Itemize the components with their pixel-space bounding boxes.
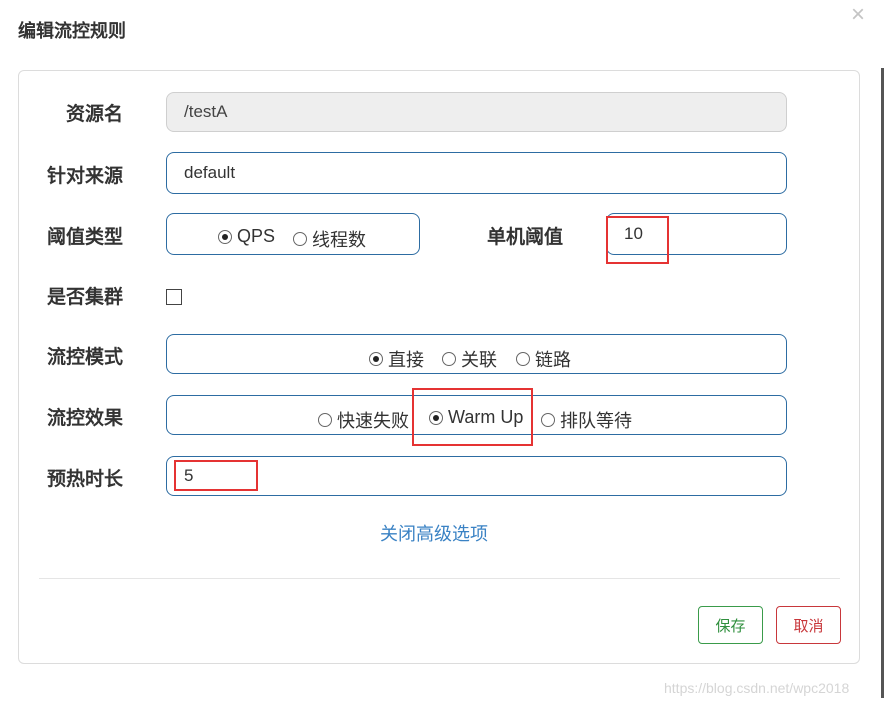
resource-value: /testA bbox=[184, 102, 228, 121]
radio-queue[interactable]: 排队等待 bbox=[541, 407, 632, 433]
radio-direct-icon bbox=[369, 352, 383, 366]
single-threshold-label: 单机阈值 bbox=[487, 227, 564, 248]
radio-thread-count-icon bbox=[293, 232, 307, 246]
radio-queue-icon bbox=[541, 413, 555, 427]
radio-fail-fast-label: 快速失败 bbox=[337, 411, 409, 431]
dialog-title: 编辑流控规则 bbox=[18, 21, 126, 41]
source-value: default bbox=[184, 163, 236, 182]
mode-label: 流控模式 bbox=[47, 347, 124, 368]
cancel-button[interactable]: 取消 bbox=[776, 606, 841, 644]
single-threshold-value: 10 bbox=[624, 224, 643, 243]
watermark: https://blog.csdn.net/wpc2018 bbox=[664, 680, 850, 696]
radio-chain-icon bbox=[516, 352, 530, 366]
radio-associate-label: 关联 bbox=[461, 350, 497, 370]
radio-warm-up-icon bbox=[429, 410, 443, 425]
radio-qps-icon bbox=[218, 229, 232, 244]
resource-input bbox=[166, 92, 787, 132]
radio-warm-up-label: Warm Up bbox=[448, 407, 524, 427]
source-label: 针对来源 bbox=[47, 166, 124, 187]
save-button[interactable]: 保存 bbox=[698, 606, 763, 644]
warmup-label: 预热时长 bbox=[47, 469, 124, 490]
radio-direct-label: 直接 bbox=[388, 350, 424, 370]
radio-thread-count-label: 线程数 bbox=[312, 230, 366, 250]
close-icon[interactable]: × bbox=[847, 2, 869, 28]
warmup-input[interactable] bbox=[166, 456, 787, 496]
cluster-checkbox[interactable] bbox=[166, 289, 182, 305]
effect-label: 流控效果 bbox=[47, 408, 124, 429]
radio-direct[interactable]: 直接 bbox=[369, 346, 424, 372]
radio-fail-fast-icon bbox=[318, 413, 332, 427]
cluster-label: 是否集群 bbox=[47, 287, 124, 308]
threshold-type-label: 阈值类型 bbox=[47, 227, 124, 248]
radio-chain-label: 链路 bbox=[535, 350, 571, 370]
resource-label: 资源名 bbox=[66, 104, 124, 125]
radio-associate-icon bbox=[442, 352, 456, 366]
radio-associate[interactable]: 关联 bbox=[442, 346, 497, 372]
radio-queue-label: 排队等待 bbox=[560, 411, 632, 431]
advanced-toggle-link[interactable]: 关闭高级选项 bbox=[380, 520, 488, 546]
radio-qps-label: QPS bbox=[237, 226, 276, 246]
radio-fail-fast[interactable]: 快速失败 bbox=[318, 407, 409, 433]
radio-qps[interactable]: QPS bbox=[218, 226, 275, 247]
warmup-value: 5 bbox=[184, 466, 194, 485]
radio-chain[interactable]: 链路 bbox=[516, 346, 571, 372]
footer-divider bbox=[39, 578, 840, 579]
radio-warm-up[interactable]: Warm Up bbox=[429, 407, 523, 428]
source-input[interactable] bbox=[166, 152, 787, 194]
radio-thread-count[interactable]: 线程数 bbox=[293, 226, 366, 252]
